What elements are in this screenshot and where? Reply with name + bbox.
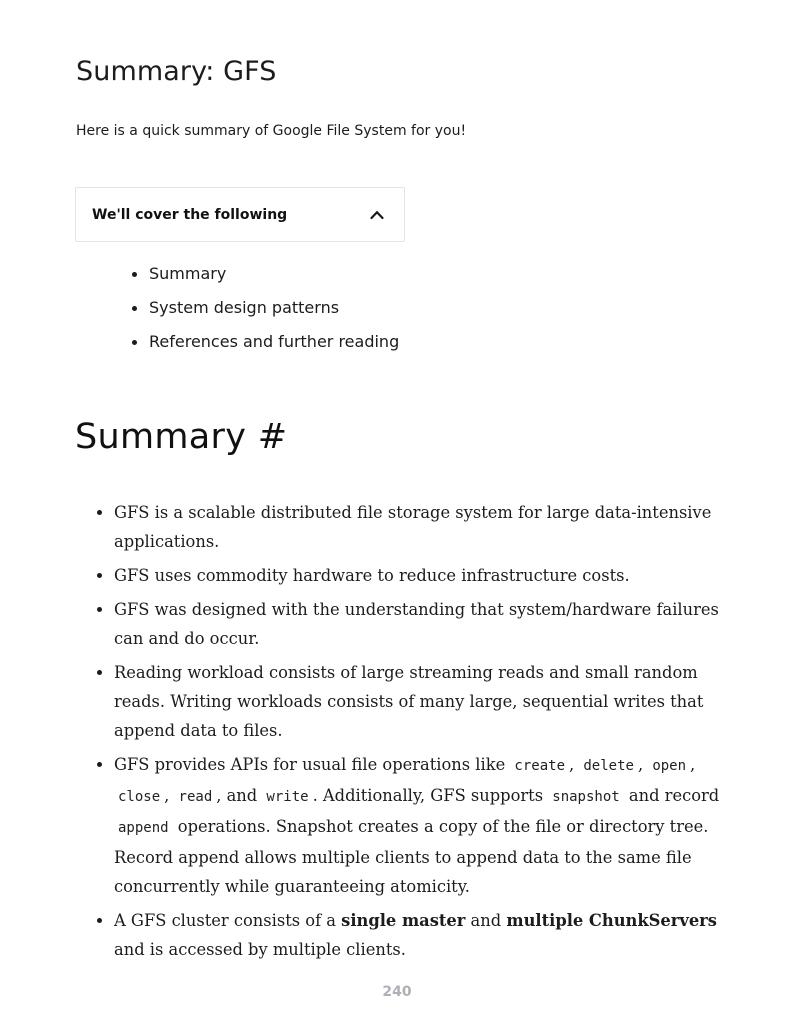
separator: , bbox=[637, 755, 644, 774]
code-write: write bbox=[266, 789, 309, 805]
code-create: create bbox=[514, 758, 565, 774]
toc-label: We'll cover the following bbox=[92, 206, 288, 223]
summary-list: GFS is a scalable distributed file stora… bbox=[97, 498, 724, 969]
code-read: read bbox=[178, 789, 213, 805]
toc-list: Summary System design patterns Reference… bbox=[108, 261, 399, 363]
toc-toggle[interactable]: We'll cover the following bbox=[75, 187, 405, 242]
code-close: close bbox=[118, 789, 161, 805]
toc-item-system-design-patterns[interactable]: System design patterns bbox=[131, 295, 399, 329]
intro-text: Here is a quick summary of Google File S… bbox=[76, 123, 467, 139]
separator: , bbox=[569, 755, 575, 774]
list-item: A GFS cluster consists of a single maste… bbox=[97, 906, 724, 964]
text-segment: GFS provides APIs for usual file operati… bbox=[114, 755, 506, 774]
list-item: Reading workload consists of large strea… bbox=[97, 658, 724, 745]
code-open: open bbox=[652, 758, 687, 774]
section-anchor-link[interactable]: # bbox=[258, 417, 288, 457]
bold-multiple-chunkservers: multiple ChunkServers bbox=[506, 911, 717, 930]
text-segment: and is accessed by multiple clients. bbox=[114, 940, 406, 959]
list-item: GFS uses commodity hardware to reduce in… bbox=[97, 561, 724, 590]
toc-item-summary[interactable]: Summary bbox=[131, 261, 399, 295]
list-item: GFS provides APIs for usual file operati… bbox=[97, 750, 724, 901]
list-item: GFS was designed with the understanding … bbox=[97, 595, 724, 653]
separator: , and bbox=[216, 786, 258, 805]
section-heading-text: Summary bbox=[75, 417, 247, 457]
section-heading: Summary # bbox=[75, 413, 287, 461]
page-number: 240 bbox=[382, 984, 412, 1000]
code-snapshot: snapshot bbox=[552, 789, 620, 805]
page-title: Summary: GFS bbox=[76, 56, 277, 87]
toc-item-references[interactable]: References and further reading bbox=[131, 329, 399, 363]
chevron-up-icon bbox=[370, 210, 384, 219]
list-item: GFS is a scalable distributed file stora… bbox=[97, 498, 724, 556]
text-segment: and bbox=[470, 911, 502, 930]
code-delete: delete bbox=[583, 758, 634, 774]
separator: , bbox=[164, 786, 170, 805]
text-segment: . Additionally, GFS supports bbox=[312, 786, 544, 805]
text-segment: operations. Snapshot creates a copy of t… bbox=[114, 817, 709, 896]
separator: , bbox=[690, 755, 696, 774]
text-segment: and record bbox=[628, 786, 720, 805]
code-append: append bbox=[118, 820, 169, 836]
text-segment: A GFS cluster consists of a bbox=[114, 911, 336, 930]
bold-single-master: single master bbox=[341, 911, 466, 930]
